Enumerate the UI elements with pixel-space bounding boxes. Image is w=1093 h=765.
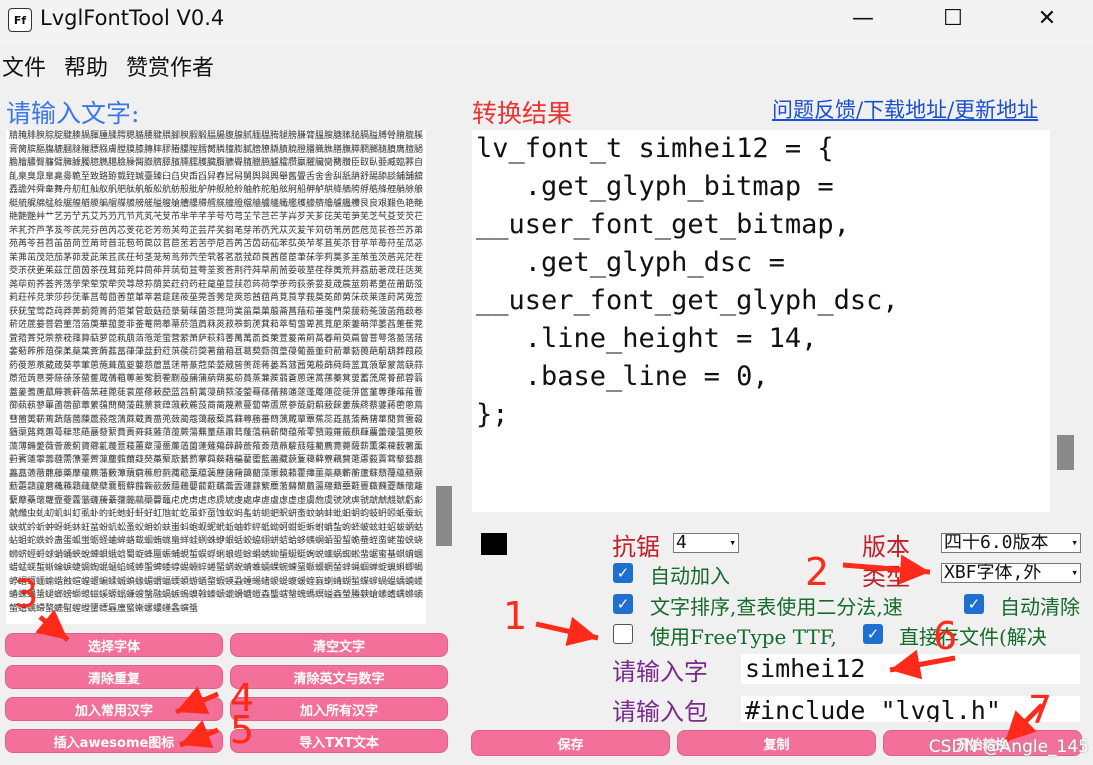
version-select[interactable]: 四十6.0版本 ▾ [941, 533, 1081, 553]
insert-awesome-icon-button[interactable]: 插入awesome图标 [5, 729, 223, 753]
include-label: 请输入包 [612, 698, 708, 726]
window-title: LvglFontTool V0.4 [40, 6, 225, 30]
annotation-6: 6 [933, 614, 958, 658]
code-line: lv_font_t simhei12 = { [476, 133, 834, 164]
type-select[interactable]: XBF字体,外 ▾ [941, 563, 1081, 583]
menu-bar: 文件 帮助 赞赏作者 [0, 50, 214, 81]
chevron-down-icon: ▾ [1071, 566, 1078, 579]
code-line: .get_glyph_dsc = [476, 247, 785, 278]
sort-label: 文字排序,查表使用二分法,速 [650, 595, 903, 619]
antialias-label: 抗锯 [612, 533, 660, 561]
minimize-button[interactable]: — [840, 0, 886, 36]
sort-checkbox[interactable]: ✓ [613, 594, 633, 614]
import-txt-button[interactable]: 导入TXT文本 [230, 729, 448, 753]
select-font-button[interactable]: 选择字体 [5, 633, 223, 657]
font-name-label: 请输入字 [612, 658, 708, 686]
maximize-button[interactable]: ☐ [930, 0, 976, 36]
copy-button[interactable]: 复制 [677, 730, 876, 756]
clear-english-digits-button[interactable]: 清除英文与数字 [230, 665, 448, 689]
output-code-area[interactable]: lv_font_t simhei12 = { .get_glyph_bitmap… [472, 130, 1050, 512]
menu-donate[interactable]: 赞赏作者 [126, 50, 214, 81]
input-text-label: 请输入文字: [6, 99, 140, 128]
annotation-7: 7 [1028, 688, 1053, 732]
color-swatch[interactable] [481, 533, 507, 555]
code-line: .base_line = 0, [476, 361, 769, 392]
code-line: __user_font_get_glyph_dsc, [476, 285, 899, 316]
menu-file[interactable]: 文件 [2, 50, 46, 81]
input-scrollbar[interactable] [433, 130, 455, 624]
auto-add-checkbox[interactable]: ✓ [613, 563, 633, 583]
version-value: 四十6.0版本 [944, 533, 1049, 553]
code-line: .line_height = 14, [476, 323, 818, 354]
clear-text-button[interactable]: 清空文字 [230, 633, 448, 657]
arrow-1 [535, 616, 599, 647]
freetype-label: 使用FreeType TTF, [650, 625, 837, 649]
output-scrollbar-thumb[interactable] [1057, 435, 1074, 471]
freetype-checkbox[interactable] [613, 624, 633, 644]
result-label: 转换结果 [472, 99, 573, 128]
feedback-download-link[interactable]: 问题反馈/下载地址/更新地址 [772, 94, 1038, 124]
app-icon: Ff [8, 8, 32, 32]
antialias-value: 4 [676, 533, 687, 553]
auto-clear-checkbox[interactable]: ✓ [964, 594, 984, 614]
type-value: XBF字体,外 [944, 563, 1042, 583]
auto-add-label: 自动加入 [650, 564, 730, 588]
font-name-input[interactable]: simhei12 [741, 654, 1080, 684]
auto-clear-label: 自动清除 [1000, 595, 1080, 619]
watermark: CSDN @Angle_145 [928, 737, 1089, 757]
add-all-hanzi-button[interactable]: 加入所有汉字 [230, 697, 448, 721]
direct-save-checkbox[interactable]: ✓ [863, 624, 883, 644]
antialias-select[interactable]: 4 ▾ [673, 533, 739, 553]
annotation-5: 5 [230, 708, 255, 752]
annotation-1: 1 [503, 594, 528, 638]
add-common-hanzi-button[interactable]: 加入常用汉字 [5, 697, 223, 721]
annotation-3: 3 [14, 572, 39, 616]
save-button[interactable]: 保存 [471, 730, 670, 756]
code-line: __user_font_get_bitmap, [476, 209, 850, 240]
remove-duplicates-button[interactable]: 清除重复 [5, 665, 223, 689]
input-textarea[interactable]: 腈腌腓腴腙腚腱腠腡腪腫腬腭腮腯腰腱腲腳腴腵腶腷腸腹腺腻腼腽腾腿膀膁膂膃膄膅膆膇膈… [6, 130, 426, 624]
code-line: }; [476, 399, 509, 430]
direct-save-label: 直接存文件(解决 [899, 625, 1047, 649]
chevron-down-icon: ▾ [729, 536, 736, 549]
annotation-2: 2 [805, 550, 830, 594]
close-button[interactable]: ✕ [1024, 0, 1070, 36]
input-scrollbar-thumb[interactable] [436, 485, 452, 546]
code-line: .get_glyph_bitmap = [476, 171, 834, 202]
type-label: 类型 [862, 563, 910, 591]
menu-help[interactable]: 帮助 [64, 50, 108, 81]
chevron-down-icon: ▾ [1071, 536, 1078, 549]
